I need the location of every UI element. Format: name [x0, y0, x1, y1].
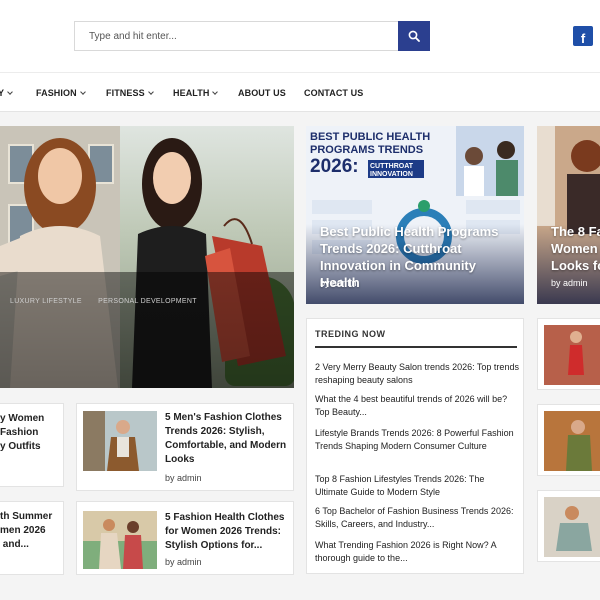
post-title[interactable]: th Summer men 2026 and...	[0, 510, 63, 552]
chevron-down-icon	[147, 88, 154, 95]
trending-link[interactable]: 6 Top Bachelor of Fashion Business Trend…	[315, 505, 519, 531]
nav-item-fashion[interactable]: FASHION	[36, 73, 86, 113]
trending-link[interactable]: What the 4 best beautiful trends of 2026…	[315, 393, 519, 419]
divider	[315, 346, 517, 348]
post-card[interactable]	[537, 404, 600, 476]
post-author[interactable]: by admin	[165, 557, 202, 567]
nav-item-label: FITNESS	[106, 88, 145, 98]
post-thumbnail	[538, 405, 600, 475]
nav-item-label: Y	[0, 88, 5, 98]
featured-card[interactable]: The 8 Fa Women T Looks fo by admin	[537, 126, 600, 304]
search-button[interactable]	[398, 21, 430, 51]
nav-item-label: FASHION	[36, 88, 77, 98]
featured-author[interactable]: by admin	[320, 278, 357, 288]
post-title[interactable]: y Women Fashion y Outfits	[0, 412, 63, 454]
nav-item-about[interactable]: ABOUT US	[238, 73, 286, 113]
nav-item-category[interactable]: Y	[0, 73, 13, 113]
image-heading-1: BEST PUBLIC HEALTH	[310, 131, 430, 143]
post-card[interactable]: th Summer men 2026 and...	[0, 501, 64, 575]
nav-item-contact[interactable]: CONTACT US	[304, 73, 363, 113]
trending-link[interactable]: Lifestyle Brands Trends 2026: 8 Powerful…	[315, 427, 519, 453]
search-form	[74, 21, 430, 51]
main-nav: Y FASHION FITNESS HEALTH ABOUT US CONTAC…	[0, 72, 600, 112]
chevron-down-icon	[79, 88, 86, 95]
trending-link[interactable]: Top 8 Fashion Lifestyles Trends 2026: Th…	[315, 473, 519, 499]
nav-item-health[interactable]: HEALTH	[173, 73, 219, 113]
post-title[interactable]: 5 Men's Fashion Clothes Trends 2026: Sty…	[165, 411, 289, 467]
post-thumbnail[interactable]	[83, 411, 157, 471]
featured-card[interactable]: BEST PUBLIC HEALTH PROGRAMS TRENDS 2026:…	[306, 126, 524, 304]
post-title[interactable]: 5 Fashion Health Clothes for Women 2026 …	[165, 511, 289, 553]
post-card[interactable]	[537, 490, 600, 562]
post-card[interactable]	[537, 318, 600, 390]
category-link[interactable]: LUXURY LIFESTYLE	[10, 298, 82, 305]
site-header: f	[0, 0, 600, 72]
post-author[interactable]: by admin	[165, 473, 202, 483]
post-card[interactable]: 5 Men's Fashion Clothes Trends 2026: Sty…	[76, 403, 294, 491]
featured-title[interactable]: The 8 Fa Women T Looks fo	[551, 223, 600, 274]
post-card[interactable]: y Women Fashion y Outfits	[0, 403, 64, 487]
hero-slide[interactable]: LUXURY LIFESTYLE PERSONAL DEVELOPMENT	[0, 126, 294, 388]
chevron-down-icon	[212, 88, 219, 95]
featured-author[interactable]: by admin	[551, 278, 588, 288]
trending-link[interactable]: What Trending Fashion 2026 is Right Now?…	[315, 539, 519, 565]
post-thumbnail	[538, 491, 600, 561]
image-heading-2: PROGRAMS TRENDS	[310, 144, 423, 156]
search-input[interactable]	[74, 21, 398, 51]
nav-item-fitness[interactable]: FITNESS	[106, 73, 154, 113]
post-thumbnail[interactable]	[83, 511, 157, 569]
trending-link[interactable]: 2 Very Merry Beauty Salon trends 2026: T…	[315, 361, 519, 387]
trending-widget: TREDING NOW 2 Very Merry Beauty Salon tr…	[306, 318, 524, 574]
image-sub-2: INNOVATION	[370, 171, 413, 178]
nav-item-label: HEALTH	[173, 88, 210, 98]
facebook-icon[interactable]: f	[573, 26, 593, 46]
trending-title: TREDING NOW	[315, 329, 386, 339]
hero-overlay	[0, 272, 294, 388]
image-sub: CUTTHROAT	[370, 163, 414, 170]
post-thumbnail	[538, 319, 600, 389]
chevron-down-icon	[7, 88, 13, 95]
category-link[interactable]: PERSONAL DEVELOPMENT	[98, 298, 197, 305]
search-icon	[408, 30, 420, 42]
post-card[interactable]: 5 Fashion Health Clothes for Women 2026 …	[76, 501, 294, 575]
hero-categories: LUXURY LIFESTYLE PERSONAL DEVELOPMENT	[10, 298, 211, 305]
image-year: 2026:	[310, 156, 359, 177]
nav-item-label: CONTACT US	[304, 88, 364, 98]
nav-item-label: ABOUT US	[238, 88, 286, 98]
